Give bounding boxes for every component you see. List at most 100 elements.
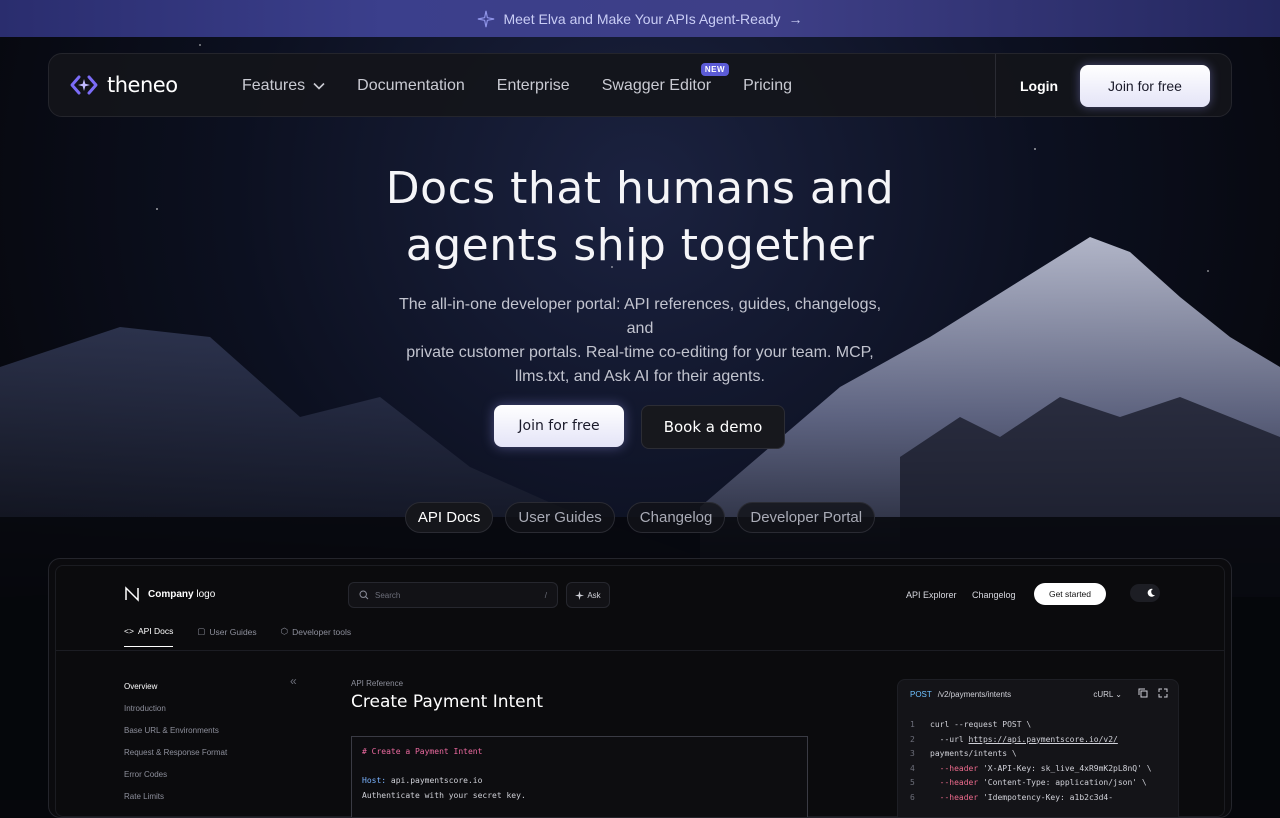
preview-sidebar: Overview Introduction Base URL & Environ… <box>124 676 227 808</box>
arrow-right-icon: → <box>788 10 803 27</box>
code-line: 2 --url https://api.paymentscore.io/v2/ <box>910 733 1152 748</box>
curl-panel: POST /v2/payments/intents cURL ⌄ 1 curl -… <box>897 679 1179 817</box>
language-label: cURL <box>1093 690 1114 699</box>
tab-user-guides[interactable]: User Guides <box>505 502 615 533</box>
tab-changelog[interactable]: Changelog <box>626 502 726 533</box>
sparkle-icon <box>575 590 585 600</box>
code-keyword: --header <box>930 778 979 787</box>
product-preview: Company logo Search / Ask API Explorer C… <box>48 558 1232 818</box>
sidebar-item-error-codes[interactable]: Error Codes <box>124 764 227 786</box>
announcement-bar[interactable]: Meet Elva and Make Your APIs Agent-Ready… <box>0 0 1280 37</box>
line-number: 2 <box>910 734 915 744</box>
announcement-text: Meet Elva and Make Your APIs Agent-Ready <box>503 10 781 27</box>
chevron-down-icon: ⌄ <box>1115 690 1122 699</box>
collapse-sidebar-icon[interactable]: « <box>290 674 297 688</box>
code-line: 4 --header 'X-API-Key: sk_live_4xR9mK2pL… <box>910 762 1152 777</box>
tab-label: API Docs <box>137 626 174 636</box>
nav-item-pricing[interactable]: Pricing <box>743 77 792 95</box>
chevron-down-icon <box>313 82 325 90</box>
code-text: 'Idempotency-Key: a1b2c3d4- <box>978 792 1114 802</box>
n-logo-icon <box>125 586 139 602</box>
book-demo-button[interactable]: Book a demo <box>641 405 785 449</box>
nav-actions: Login Join for free <box>995 54 1231 118</box>
search-placeholder: Search <box>375 590 401 600</box>
moon-icon <box>1147 588 1155 597</box>
code-key: Host: <box>362 776 387 785</box>
sidebar-item-overview[interactable]: Overview <box>124 676 227 698</box>
search-icon <box>359 590 369 600</box>
sidebar-item-base-url[interactable]: Base URL & Environments <box>124 720 227 742</box>
logo-icon <box>70 75 98 95</box>
nav-item-label: Enterprise <box>496 77 570 94</box>
code-text: 'Content-Type: application/json' \ <box>978 778 1147 787</box>
breadcrumb: API Reference <box>351 679 404 688</box>
code-text: payments/intents \ <box>930 749 1017 758</box>
nav-item-features[interactable]: Features <box>242 77 325 95</box>
tab-label: Developer tools <box>292 626 352 637</box>
nav-item-documentation[interactable]: Documentation <box>357 77 465 95</box>
line-number: 4 <box>910 763 915 773</box>
ask-label: Ask <box>587 590 601 600</box>
theme-toggle[interactable] <box>1130 584 1160 602</box>
preview-tabs: <> API Docs ▢ User Guides ⬡ Developer to… <box>124 626 351 647</box>
line-number: 6 <box>910 792 915 802</box>
preview-search-input[interactable]: Search / <box>348 582 558 608</box>
hero-join-button[interactable]: Join for free <box>494 405 624 447</box>
line-number: 1 <box>910 720 915 729</box>
code-text: --url <box>930 734 969 744</box>
preview-tab-user-guides[interactable]: ▢ User Guides <box>197 626 256 647</box>
code-line: 3 payments/intents \ <box>910 747 1152 762</box>
nav-item-label: Pricing <box>743 77 792 94</box>
sparkle-icon <box>478 10 495 27</box>
subtitle-line: llms.txt, and Ask AI for their agents. <box>515 368 765 385</box>
preview-tab-developer-tools[interactable]: ⬡ Developer tools <box>281 626 351 647</box>
get-started-button[interactable]: Get started <box>1034 583 1106 605</box>
join-for-free-button[interactable]: Join for free <box>1080 65 1210 107</box>
code-line: 1 curl --request POST \ <box>910 718 1152 733</box>
code-text: curl --request POST \ <box>930 720 1032 729</box>
page-title: Create Payment Intent <box>351 692 544 712</box>
login-link[interactable]: Login <box>1020 78 1058 94</box>
changelog-link[interactable]: Changelog <box>972 590 1016 600</box>
line-number: 5 <box>910 778 915 787</box>
tab-developer-portal[interactable]: Developer Portal <box>737 502 876 533</box>
ask-ai-button[interactable]: Ask <box>566 582 610 608</box>
product-tabs: API Docs User Guides Changelog Developer… <box>0 502 1280 533</box>
endpoint-path: /v2/payments/intents <box>937 690 1012 699</box>
headline-line: Docs that humans and <box>385 163 895 214</box>
preview-window: Company logo Search / Ask API Explorer C… <box>55 565 1225 817</box>
hero-headline: Docs that humans and agents ship togethe… <box>340 160 940 274</box>
code-url: https://api.paymentscore.io/v2/ <box>968 734 1118 744</box>
sidebar-item-rate-limits[interactable]: Rate Limits <box>124 786 227 808</box>
code-value: api.paymentscore.io <box>390 776 483 785</box>
nav-menu: Features Documentation Enterprise Swagge… <box>242 54 824 118</box>
tab-api-docs[interactable]: API Docs <box>404 502 494 533</box>
code-keyword: --header <box>930 792 979 802</box>
sidebar-item-request-response[interactable]: Request & Response Format <box>124 742 227 764</box>
copy-icon[interactable] <box>1138 688 1148 698</box>
language-select[interactable]: cURL ⌄ <box>1093 690 1122 699</box>
code-keyword: --header <box>930 763 979 773</box>
code-icon: <> <box>124 626 134 636</box>
code-line: 6 --header 'Idempotency-Key: a1b2c3d4- <box>910 791 1152 806</box>
code-line: 5 --header 'Content-Type: application/js… <box>910 776 1152 791</box>
endpoint-header: POST /v2/payments/intents <box>910 690 1011 699</box>
code-block: # Create a Payment Intent Host: api.paym… <box>351 736 808 817</box>
preview-tab-api-docs[interactable]: <> API Docs <box>124 626 174 647</box>
line-number: 3 <box>910 749 915 758</box>
code-comment: # Create a Payment Intent <box>362 747 483 756</box>
expand-icon[interactable] <box>1158 688 1168 698</box>
theneo-logo[interactable]: theneo <box>69 72 178 98</box>
company-logo: Company logo <box>124 586 215 602</box>
book-icon: ▢ <box>197 626 206 636</box>
nav-item-enterprise[interactable]: Enterprise <box>497 77 570 95</box>
nav-item-label: Swagger Editor <box>601 77 712 94</box>
subtitle-line: The all-in-one developer portal: API ref… <box>398 296 882 337</box>
search-shortcut: / <box>544 590 547 600</box>
cube-icon: ⬡ <box>280 626 289 636</box>
code-text: Authenticate with your secret key. <box>362 790 526 800</box>
http-method: POST <box>910 690 932 699</box>
sidebar-item-introduction[interactable]: Introduction <box>124 698 227 720</box>
nav-item-swagger-editor[interactable]: Swagger Editor NEW <box>601 63 730 95</box>
api-explorer-link[interactable]: API Explorer <box>906 590 957 600</box>
